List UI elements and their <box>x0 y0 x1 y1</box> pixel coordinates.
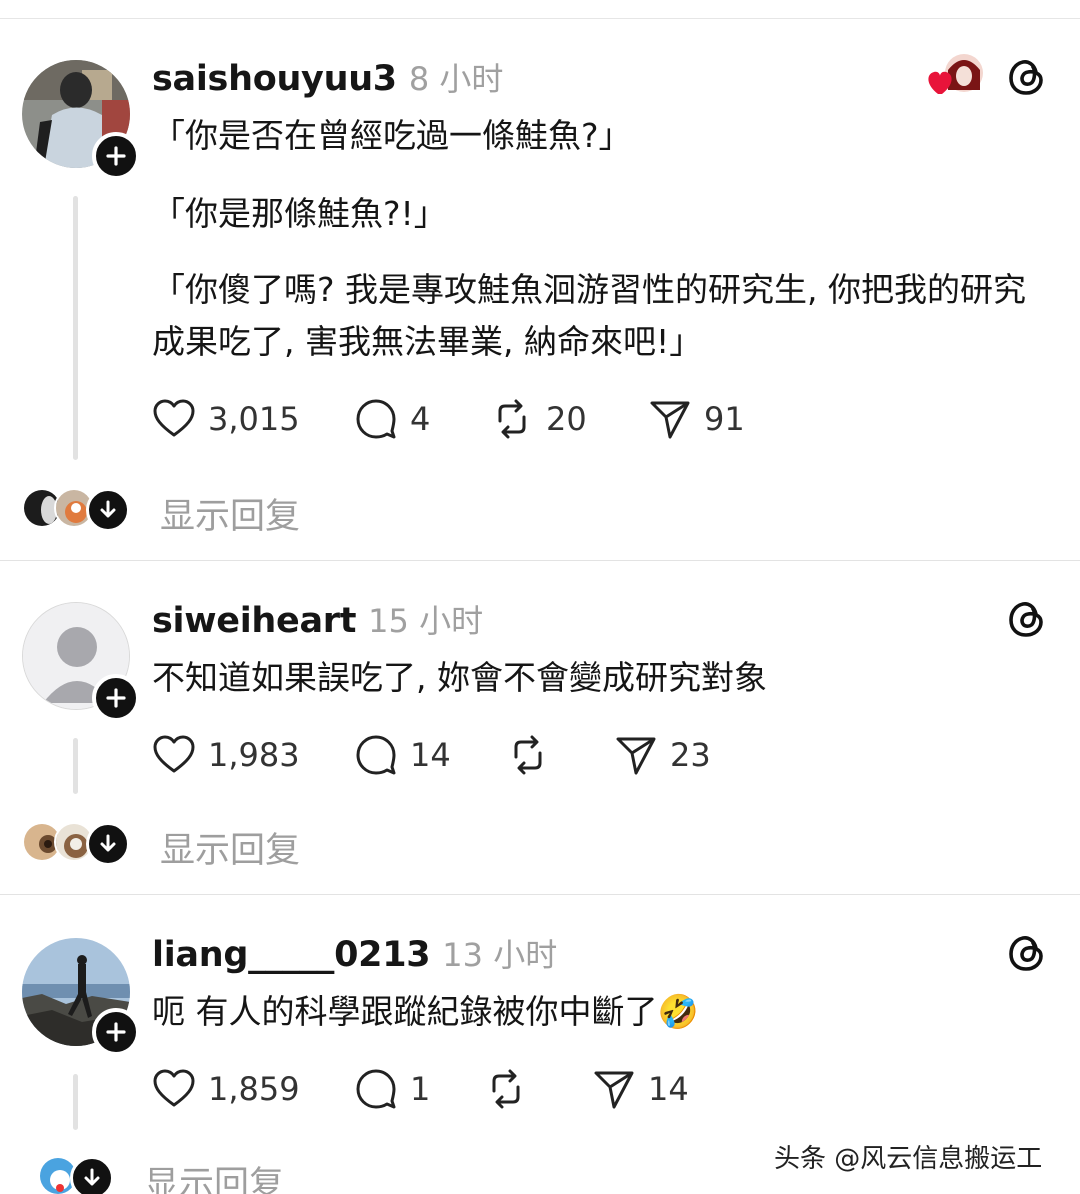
post-text: 「你是那條鮭魚?!」 <box>152 188 1052 240</box>
post-header: siweiheart 15 小时 <box>152 596 483 642</box>
share-button[interactable]: 23 <box>614 730 711 780</box>
share-icon <box>616 737 656 775</box>
share-count: 91 <box>704 400 745 438</box>
repost-icon <box>498 399 526 439</box>
timestamp: 13 小时 <box>442 936 558 974</box>
post-text: 「你是否在曾經吃過一條鮭魚?」 <box>152 110 1052 162</box>
like-button[interactable]: 1,983 <box>152 730 300 780</box>
post-text: 「你傻了嗎? 我是專攻鮭魚洄游習性的研究生, 你把我的研究成果吃了, 害我無法畢… <box>152 264 1042 368</box>
show-replies-link[interactable]: 显示回复 <box>144 1156 284 1194</box>
like-count: 1,983 <box>208 736 300 774</box>
paragraph: 「你傻了嗎? 我是專攻鮭魚洄游習性的研究生, 你把我的研究成果吃了, 害我無法畢… <box>152 270 1026 361</box>
arrow-down-icon <box>100 500 116 518</box>
heart-icon <box>153 399 195 437</box>
paragraph: 不知道如果誤吃了, 妳會不會變成研究對象 <box>152 658 767 697</box>
follow-button[interactable] <box>92 674 140 722</box>
plus-icon <box>106 146 126 166</box>
like-count: 1,859 <box>208 1070 300 1108</box>
watermark: 头条 @风云信息搬运工 <box>774 1144 1043 1174</box>
arrow-down-icon <box>100 834 116 852</box>
comment-button[interactable]: 14 <box>354 730 451 780</box>
arrow-down-icon <box>84 1168 100 1186</box>
share-icon <box>594 1071 634 1109</box>
repost-icon <box>492 1069 520 1109</box>
expand-replies-button[interactable] <box>86 822 130 866</box>
share-count: 14 <box>648 1070 689 1108</box>
post-header: saishouyuu3 8 小时 <box>152 54 503 100</box>
username[interactable]: saishouyuu3 <box>152 59 397 99</box>
paragraph: 「你是否在曾經吃過一條鮭魚?」 <box>152 116 632 155</box>
repost-button[interactable] <box>506 730 550 780</box>
post-divider <box>0 894 1080 895</box>
repost-count: 20 <box>546 400 587 438</box>
repost-icon <box>514 735 542 775</box>
thread-line <box>73 196 78 460</box>
repost-button[interactable] <box>484 1064 528 1114</box>
heart-icon <box>928 71 952 94</box>
share-button[interactable]: 14 <box>592 1064 689 1114</box>
paragraph: 呃 有人的科學跟蹤紀錄被你中斷了🤣 <box>152 992 699 1031</box>
comment-button[interactable]: 4 <box>354 394 430 444</box>
comment-count: 1 <box>410 1070 431 1108</box>
threads-logo-icon[interactable] <box>1004 54 1050 100</box>
liked-by-author-avatars <box>924 52 986 100</box>
thread-line <box>73 1074 78 1130</box>
threads-logo-icon[interactable] <box>1004 930 1050 976</box>
comment-button[interactable]: 1 <box>354 1064 430 1114</box>
comment-icon <box>356 399 396 439</box>
follow-button[interactable] <box>92 132 140 180</box>
repost-button[interactable]: 20 <box>490 394 587 444</box>
threads-logo-icon[interactable] <box>1004 596 1050 642</box>
comment-icon <box>356 1069 396 1109</box>
post-divider <box>0 560 1080 561</box>
share-icon <box>650 401 690 439</box>
show-replies-link[interactable]: 显示回复 <box>160 822 300 873</box>
timestamp: 8 小时 <box>408 60 504 98</box>
timestamp: 15 小时 <box>368 602 484 640</box>
plus-icon <box>106 1022 126 1042</box>
expand-replies-button[interactable] <box>86 488 130 532</box>
post-header: liang_____0213 13 小时 <box>152 930 557 976</box>
heart-icon <box>153 735 195 773</box>
top-divider <box>0 18 1080 19</box>
heart-icon <box>153 1069 195 1107</box>
like-button[interactable]: 3,015 <box>152 394 300 444</box>
like-count: 3,015 <box>208 400 300 438</box>
paragraph: 「你是那條鮭魚?!」 <box>152 194 447 233</box>
share-button[interactable]: 91 <box>648 394 745 444</box>
comment-count: 14 <box>410 736 451 774</box>
expand-replies-button[interactable] <box>70 1156 114 1194</box>
username[interactable]: liang_____0213 <box>152 935 431 975</box>
post-text: 呃 有人的科學跟蹤紀錄被你中斷了🤣 <box>152 986 1052 1038</box>
follow-button[interactable] <box>92 1008 140 1056</box>
like-button[interactable]: 1,859 <box>152 1064 300 1114</box>
post-text: 不知道如果誤吃了, 妳會不會變成研究對象 <box>152 652 1052 704</box>
comment-count: 4 <box>410 400 431 438</box>
show-replies-link[interactable]: 显示回复 <box>160 488 300 539</box>
plus-icon <box>106 688 126 708</box>
username[interactable]: siweiheart <box>152 601 356 641</box>
share-count: 23 <box>670 736 711 774</box>
thread-line <box>73 738 78 794</box>
comment-icon <box>356 735 396 775</box>
